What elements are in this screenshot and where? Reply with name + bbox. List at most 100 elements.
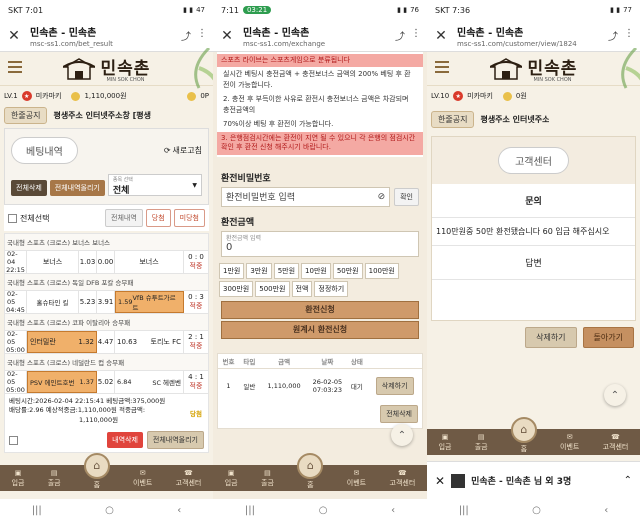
home-circle-icon[interactable]: ○	[532, 505, 541, 516]
upload-all-button[interactable]: 전체내역올리기	[49, 180, 105, 196]
select-all-checkbox[interactable]	[8, 213, 17, 223]
amount-button[interactable]: 전액	[291, 280, 313, 297]
call-timer[interactable]: 03:21	[242, 6, 272, 14]
scroll-top-button[interactable]: ⌃	[391, 424, 413, 446]
nav-support[interactable]: ☎ 고객센터	[603, 433, 629, 452]
close-icon[interactable]: ✕	[219, 28, 235, 44]
more-icon[interactable]: ⋮	[624, 28, 634, 43]
recent-apps-icon[interactable]: |||	[32, 505, 42, 516]
more-icon[interactable]: ⋮	[197, 28, 207, 43]
status-bar: SKT 7:01 ▮ ▮ 47	[0, 0, 213, 20]
recent-apps-icon[interactable]: |||	[245, 505, 255, 516]
nav-label: 고객센터	[389, 478, 416, 487]
browser-actions: ⤴ ⋮	[608, 28, 634, 43]
confirm-button[interactable]: 확인	[394, 187, 419, 206]
url-text[interactable]: 민속촌 - 민속촌 msc-ss1.com/bet_result	[30, 24, 181, 48]
back-icon[interactable]: ‹	[177, 505, 181, 516]
amount-button[interactable]: 500만원	[255, 280, 290, 297]
nav-event[interactable]: ✉ 이벤트	[347, 469, 366, 488]
summary-label: 베팅시간	[9, 397, 33, 405]
nav-deposit[interactable]: ▣ 입금	[12, 469, 25, 488]
nav-support[interactable]: ☎ 고객센터	[390, 469, 416, 488]
close-notification-icon[interactable]: ✕	[435, 474, 445, 488]
back-icon[interactable]: ‹	[391, 505, 395, 516]
amount-button[interactable]: 정정하기	[314, 280, 349, 297]
nav-deposit[interactable]: ▣ 입금	[439, 433, 452, 452]
nav-event[interactable]: ✉ 이벤트	[133, 469, 152, 488]
filter-all-button[interactable]: 전체내역	[105, 209, 143, 227]
amount-value: 0	[226, 241, 233, 253]
amount-button[interactable]: 1만원	[219, 262, 245, 279]
nav-home[interactable]: ⌂ 홈	[83, 452, 110, 490]
notice-button[interactable]: 한줄공지	[4, 106, 48, 124]
amount-button[interactable]: 5만원	[273, 262, 300, 279]
bet-checkbox[interactable]	[9, 435, 18, 445]
amount-input[interactable]: 환전금액 입력 0	[221, 230, 419, 257]
exchange-apply-simple-button[interactable]: 원계시 환전신청	[221, 320, 419, 339]
share-icon[interactable]: ⤴	[181, 28, 191, 43]
share-icon[interactable]: ⤴	[395, 28, 405, 43]
chevron-down-icon: ▼	[192, 182, 197, 189]
nav-withdraw[interactable]: ▤ 출금	[48, 469, 61, 488]
delete-all-button[interactable]: 전체삭제	[380, 405, 418, 424]
menu-icon[interactable]	[435, 61, 449, 76]
eye-off-icon[interactable]: ⊘	[378, 192, 386, 202]
team-home: 보너스	[27, 251, 79, 273]
share-icon[interactable]: ⤴	[608, 28, 618, 43]
level-badge-icon: ★	[21, 91, 32, 101]
chevron-up-icon[interactable]: ⌃	[624, 475, 632, 486]
filter-lose-button[interactable]: 미당첨	[173, 209, 205, 227]
delete-row-button[interactable]: 삭제하기	[375, 376, 414, 395]
delete-inquiry-button[interactable]: 삭제하기	[525, 327, 577, 348]
amount-button[interactable]: 3만원	[246, 262, 272, 279]
nav-support[interactable]: ☎ 고객센터	[176, 469, 202, 488]
delete-history-button[interactable]: 내역삭제	[107, 432, 143, 449]
amount-button[interactable]: 50만원	[332, 262, 363, 279]
nav-withdraw[interactable]: ▤ 출금	[475, 433, 488, 452]
amount-button[interactable]: 10만원	[301, 262, 331, 279]
home-circle-icon[interactable]: ○	[319, 505, 328, 516]
type-select[interactable]: 종목 선택 전체 ▼	[107, 174, 202, 196]
nav-home[interactable]: ⌂ 홈	[297, 452, 324, 490]
nav-withdraw[interactable]: ▤ 출금	[261, 469, 274, 488]
notice-button[interactable]: 한줄공지	[431, 110, 475, 128]
upload-history-button[interactable]: 전체내역올리기	[146, 431, 204, 450]
amount-button[interactable]: 100만원	[364, 262, 399, 279]
url-text[interactable]: 민속촌 - 민속촌 msc-ss1.com/exchange	[243, 24, 395, 48]
back-button[interactable]: 돌아가기	[582, 327, 634, 348]
notification-banner[interactable]: ✕ 민속촌 - 민속촌 님 외 3명 ⌃	[427, 461, 640, 499]
delete-all-button[interactable]: 전체삭제	[11, 180, 47, 196]
filter-win-button[interactable]: 당첨	[145, 209, 171, 227]
nav-event[interactable]: ✉ 이벤트	[560, 433, 579, 452]
close-icon[interactable]: ✕	[6, 28, 22, 44]
more-icon[interactable]: ⋮	[411, 28, 421, 43]
browser-url-bar: ✕ 민속촌 - 민속촌 msc-ss1.com/exchange ⤴ ⋮	[213, 20, 427, 52]
exchange-apply-button[interactable]: 환전신청	[221, 300, 419, 319]
battery-icon: 47	[196, 6, 205, 14]
user-money: 1,110,000원	[84, 92, 127, 100]
bet-date: 02-05	[7, 290, 18, 306]
menu-icon[interactable]	[8, 61, 22, 76]
score: 0 : 3	[188, 293, 204, 301]
site-logo[interactable]: 민속촌 MIN SOK CHON	[62, 54, 151, 83]
notice-ticker: 한줄공지 평생주소 인터넷주소	[427, 110, 640, 128]
nav-home[interactable]: ⌂ 홈	[510, 416, 537, 454]
url-text[interactable]: 민속촌 - 민속촌 msc-ss1.com/customer/view/1824	[457, 24, 608, 48]
close-icon[interactable]: ✕	[433, 28, 449, 44]
nav-deposit[interactable]: ▣ 입금	[225, 469, 238, 488]
back-icon[interactable]: ‹	[604, 505, 608, 516]
site-logo[interactable]: 민속촌 MIN SOK CHON	[489, 54, 578, 83]
odds-away: 1.59	[118, 298, 133, 306]
password-input[interactable]: 환전비밀번호 입력 ⊘	[221, 186, 391, 207]
recent-apps-icon[interactable]: |||	[459, 505, 469, 516]
inquiry-label: 문의	[432, 184, 635, 218]
scroll-top-button[interactable]: ⌃	[604, 384, 626, 406]
user-name[interactable]: 미카마키	[467, 91, 493, 101]
wallet-icon: ▣	[14, 468, 22, 477]
refresh-button[interactable]: ⟳ 새로고침	[164, 145, 202, 156]
url-address: msc-ss1.com/exchange	[243, 39, 326, 48]
battery-icon: 77	[623, 6, 632, 14]
amount-button[interactable]: 300만원	[219, 280, 254, 297]
user-name[interactable]: 미카마키	[36, 91, 62, 101]
home-circle-icon[interactable]: ○	[105, 505, 114, 516]
